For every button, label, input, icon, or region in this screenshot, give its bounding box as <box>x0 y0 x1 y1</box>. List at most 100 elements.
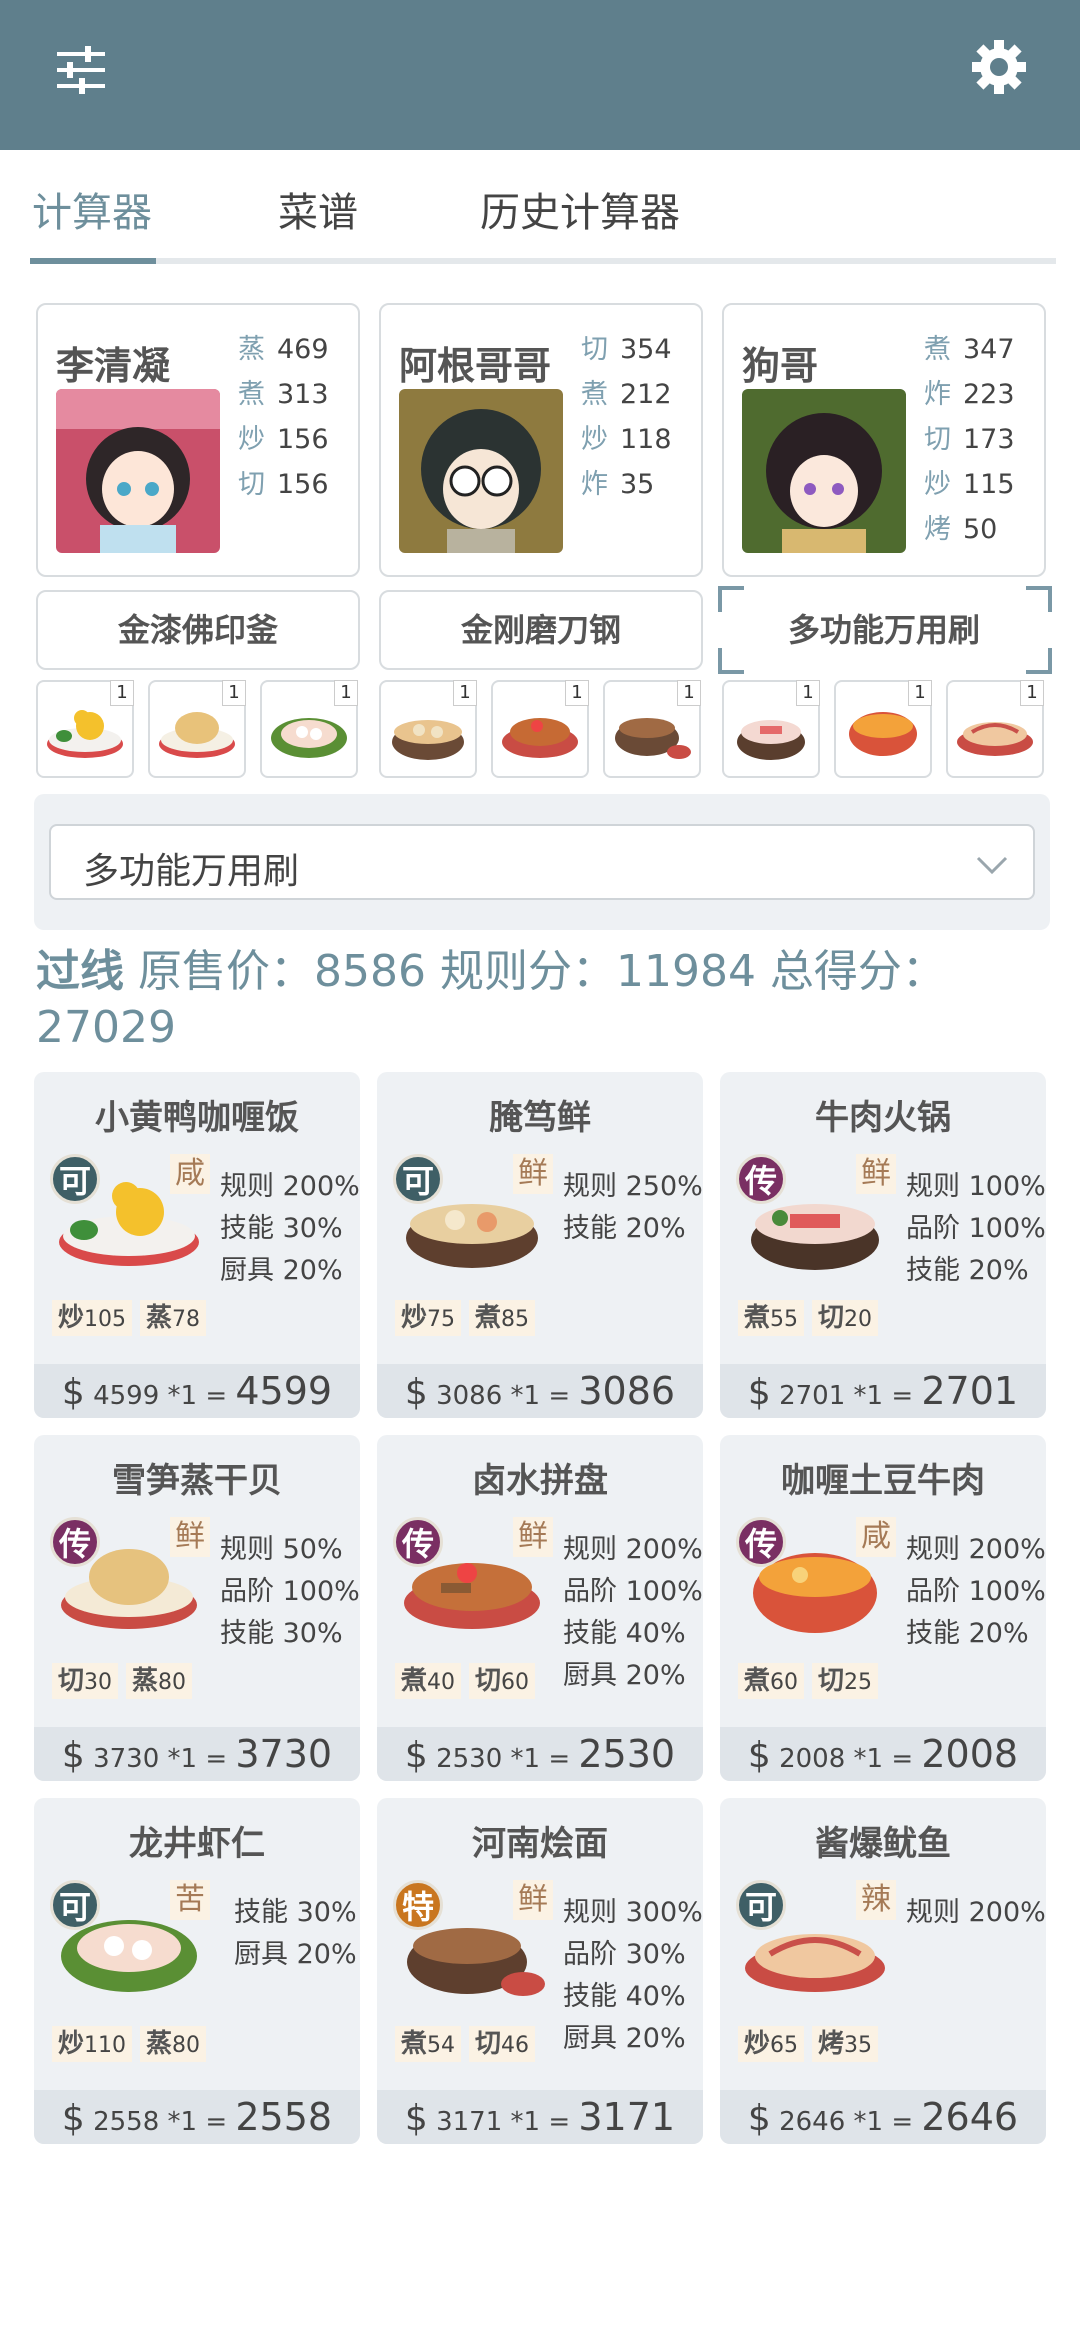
equals-sign: = <box>205 2107 228 2137</box>
skill-name: 炒 <box>58 2029 85 2059</box>
chef-card[interactable]: 阿根哥哥 切 354 煮 212 炒 118 炸 35 <box>379 303 703 577</box>
skill-requirement: 煮54 <box>395 2026 462 2062</box>
tab-bar: 计算器 菜谱 历史计算器 <box>30 150 1056 265</box>
dish-slot[interactable]: 1 <box>260 680 358 778</box>
skill-name: 切 <box>58 1666 85 1696</box>
recipe-card[interactable]: 小黄鸭咖喱饭可咸规则 200% 技能 30% 厨具 20% 炒105 蒸78 $ 4599… <box>34 1072 360 1418</box>
chef-stats: 蒸 469 煮 313 炒 156 切 156 <box>238 327 329 507</box>
dish-slot[interactable]: 1 <box>36 680 134 778</box>
flavor-tag: 苦 <box>170 1880 210 1920</box>
dish-slot[interactable]: 1 <box>603 680 701 778</box>
chef-card[interactable]: 狗哥 煮 347 炸 223 切 173 炒 115 烤 50 <box>722 303 1046 577</box>
equals-sign: = <box>891 1381 914 1411</box>
recipe-rule: 技能 20% <box>906 1255 1029 1286</box>
rarity-badge: 传 <box>736 1154 786 1204</box>
price-base: 2558 *1 <box>93 2107 198 2137</box>
recipe-card[interactable]: 咖喱土豆牛肉传咸规则 200% 品阶 100% 技能 20% 煮60 切25 $ 2008… <box>720 1435 1046 1781</box>
dish-count-badge: 1 <box>796 680 820 706</box>
stat-value: 35 <box>620 469 655 500</box>
price-base: 2646 *1 <box>779 2107 884 2137</box>
equals-sign: = <box>891 1744 914 1774</box>
equals-sign: = <box>205 1381 228 1411</box>
skill-name: 蒸 <box>146 2029 173 2059</box>
equipment-button[interactable]: 金刚磨刀钢 <box>379 590 703 670</box>
stat-key: 煮 <box>924 334 951 365</box>
skill-requirement: 蒸78 <box>140 1300 207 1336</box>
skill-value: 60 <box>501 1670 530 1695</box>
recipe-card[interactable]: 卤水拼盘传鲜规则 200% 品阶 100% 技能 40% 厨具 20% 煮40 切60 $ … <box>377 1435 703 1781</box>
skill-value: 78 <box>172 1307 201 1332</box>
equals-sign: = <box>891 2107 914 2137</box>
recipe-rule: 品阶 100% <box>563 1576 703 1607</box>
recipe-rule: 品阶 100% <box>906 1576 1046 1607</box>
recipe-title: 酱爆鱿鱼 <box>815 1824 951 1864</box>
price-base: 3171 *1 <box>436 2107 541 2137</box>
equipment-dropdown[interactable]: 多功能万用刷 <box>49 824 1035 900</box>
chef-name: 李清凝 <box>56 344 171 388</box>
recipe-card[interactable]: 牛肉火锅传鲜规则 100% 品阶 100% 技能 20% 煮55 切20 $ 2701 *… <box>720 1072 1046 1418</box>
recipe-card[interactable]: 龙井虾仁可苦技能 30% 厨具 20% 炒110 蒸80 $ 2558 *1 = 255… <box>34 1798 360 2144</box>
skill-name: 煮 <box>744 1666 771 1696</box>
chef-card[interactable]: 李清凝 蒸 469 煮 313 炒 156 切 156 <box>36 303 360 577</box>
skill-value: 54 <box>427 2033 456 2058</box>
equipment-button[interactable]: 金漆佛印釜 <box>36 590 360 670</box>
flavor-tag: 辣 <box>856 1880 896 1920</box>
skill-requirements: 炒75 煮85 <box>395 1300 543 1336</box>
filter-menu-icon[interactable] <box>55 42 111 98</box>
equals-sign: = <box>205 1744 228 1774</box>
dropdown-value: 多功能万用刷 <box>83 851 300 892</box>
stat-key: 烤 <box>924 514 951 545</box>
price-total: 3730 <box>235 1732 333 1776</box>
skill-value: 85 <box>501 1307 530 1332</box>
rarity-badge: 传 <box>736 1517 786 1567</box>
recipe-title: 雪笋蒸干贝 <box>112 1461 282 1501</box>
recipe-rule: 技能 20% <box>906 1618 1029 1649</box>
price-bar: $ 3730 *1 = 3730 <box>34 1727 360 1781</box>
dish-slot[interactable]: 1 <box>722 680 820 778</box>
stat-key: 炒 <box>238 424 265 455</box>
skill-requirement: 切60 <box>469 1663 536 1699</box>
dish-slot[interactable]: 1 <box>834 680 932 778</box>
stat-value: 156 <box>277 469 329 500</box>
skill-requirement: 切46 <box>469 2026 536 2062</box>
recipe-card[interactable]: 酱爆鱿鱼可辣规则 200% 炒65 烤35 $ 2646 *1 = 2646 <box>720 1798 1046 2144</box>
price-base: 2008 *1 <box>779 1744 884 1774</box>
tab-calculator[interactable]: 计算器 <box>32 180 152 238</box>
dish-slot[interactable]: 1 <box>379 680 477 778</box>
tab-history-calculator[interactable]: 历史计算器 <box>480 180 680 238</box>
skill-name: 切 <box>818 1666 845 1696</box>
dollar-sign: $ <box>404 1735 428 1776</box>
dish-count-badge: 1 <box>222 680 246 706</box>
stat-value: 347 <box>963 334 1015 365</box>
stat-key: 煮 <box>581 379 608 410</box>
stat-key: 切 <box>581 334 608 365</box>
stat-key: 炸 <box>924 379 951 410</box>
chef-name: 阿根哥哥 <box>399 344 552 388</box>
settings-gear-icon[interactable] <box>970 38 1028 96</box>
equipment-button-selected[interactable]: 多功能万用刷 <box>722 590 1046 670</box>
recipe-rule: 规则 200% <box>906 1534 1046 1565</box>
price-total: 3171 <box>578 2095 676 2139</box>
skill-value: 25 <box>844 1670 873 1695</box>
dish-slot[interactable]: 1 <box>946 680 1044 778</box>
flavor-tag: 鲜 <box>170 1517 210 1557</box>
skill-name: 蒸 <box>132 1666 159 1696</box>
dollar-sign: $ <box>404 2098 428 2139</box>
recipe-card[interactable]: 河南烩面特鲜规则 300% 品阶 30% 技能 40% 厨具 20% 煮54 切46 $ 3… <box>377 1798 703 2144</box>
dish-slot[interactable]: 1 <box>148 680 246 778</box>
recipe-card[interactable]: 腌笃鲜可鲜规则 250% 技能 20% 炒75 煮85 $ 3086 *1 = 3086 <box>377 1072 703 1418</box>
skill-value: 20 <box>844 1307 873 1332</box>
recipe-rule: 技能 40% <box>563 1618 686 1649</box>
skill-requirement: 烤35 <box>812 2026 879 2062</box>
dish-slot[interactable]: 1 <box>491 680 589 778</box>
skill-value: 110 <box>84 2033 127 2058</box>
equipment-select-panel: 多功能万用刷 <box>34 794 1050 930</box>
skill-value: 65 <box>770 2033 799 2058</box>
recipe-card[interactable]: 雪笋蒸干贝传鲜规则 50% 品阶 100% 技能 30% 切30 蒸80 $ 3730 *… <box>34 1435 360 1781</box>
skill-name: 切 <box>475 1666 502 1696</box>
skill-requirement: 蒸80 <box>140 2026 207 2062</box>
price-total: 3086 <box>578 1369 676 1413</box>
flavor-tag: 鲜 <box>856 1154 896 1194</box>
tab-recipes[interactable]: 菜谱 <box>278 180 358 238</box>
skill-requirements: 炒110 蒸80 <box>52 2026 214 2062</box>
